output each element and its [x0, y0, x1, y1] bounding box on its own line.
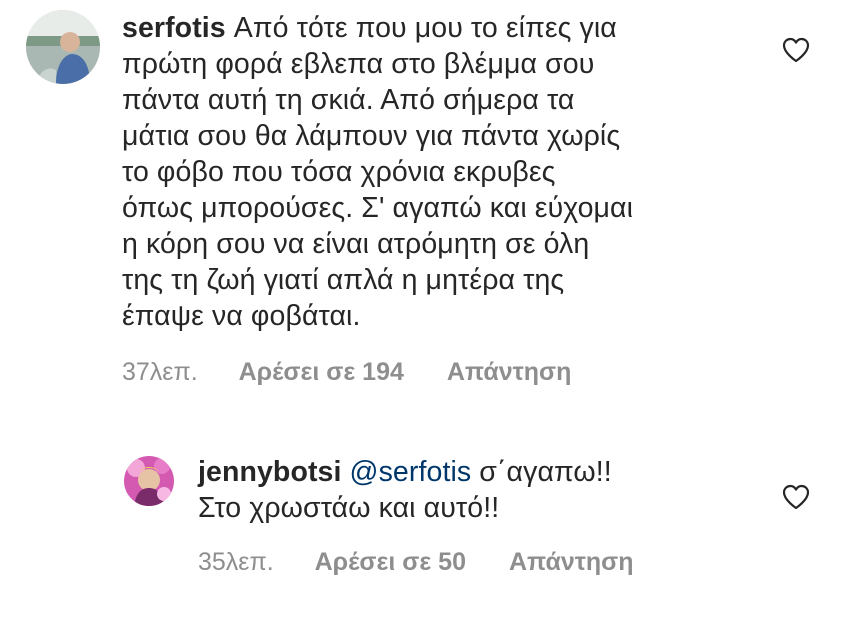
avatar-serfotis[interactable] — [26, 10, 100, 84]
comment-meta-serfotis: 37λεπ. Αρέσει σε 194 Απάντηση — [122, 358, 571, 387]
comment-line: πρώτη φορά εβλεπα στο βλέμμα σου — [122, 48, 595, 80]
comment-line: jennybotsi @serfotis σ΄αγαπω!! — [198, 454, 758, 490]
timestamp: 35λεπ. — [198, 548, 274, 576]
username-jennybotsi[interactable]: jennybotsi — [198, 456, 342, 488]
reply-button[interactable]: Απάντηση — [509, 548, 634, 577]
comment-text-line: σ΄αγαπω!! — [471, 456, 612, 488]
comment-line: η κόρη σου να είναι ατρόμητη σε όλη — [122, 228, 590, 260]
username-serfotis[interactable]: serfotis — [122, 12, 226, 44]
comment-serfotis: serfotis Από τότε που μου το είπες για π… — [0, 0, 860, 400]
comment-line: έπαψε να φοβάται. — [122, 300, 361, 332]
avatar-jennybotsi[interactable] — [124, 456, 174, 506]
comment-line: Στο χρωστάω και αυτό!! — [198, 492, 500, 524]
like-button-jennybotsi[interactable] — [781, 483, 811, 511]
comment-line: πάντα αυτή τη σκιά. Από σήμερα τα — [122, 84, 575, 116]
comment-text-jennybotsi: jennybotsi @serfotis σ΄αγαπω!! Στο χρωστ… — [198, 454, 758, 526]
comment-line: το φόβο που τόσα χρόνια εκρυβες — [122, 156, 556, 188]
reply-button[interactable]: Απάντηση — [447, 358, 572, 387]
comment-text-serfotis: serfotis Από τότε που μου το είπες για π… — [122, 10, 762, 334]
comment-jennybotsi: jennybotsi @serfotis σ΄αγαπω!! Στο χρωστ… — [0, 440, 860, 600]
heart-outline-icon — [782, 37, 810, 63]
profile-avatar-icon — [26, 10, 100, 84]
comment-line: serfotis Από τότε που μου το είπες για — [122, 10, 762, 46]
like-button-serfotis[interactable] — [781, 36, 811, 64]
comment-line: της τη ζωή γιατί απλά η μητέρα της — [122, 264, 565, 296]
comment-line: όπως μπορούσες. Σ' αγαπώ και εύχομαι — [122, 192, 634, 224]
likes-count-button[interactable]: Αρέσει σε 50 — [315, 548, 466, 577]
likes-count-button[interactable]: Αρέσει σε 194 — [239, 358, 404, 387]
comment-text-line: Από τότε που μου το είπες για — [233, 12, 617, 44]
heart-outline-icon — [782, 484, 810, 510]
mention-link[interactable]: @serfotis — [350, 456, 472, 488]
timestamp: 37λεπ. — [122, 358, 198, 386]
comment-meta-jennybotsi: 35λεπ. Αρέσει σε 50 Απάντηση — [198, 548, 634, 577]
profile-avatar-icon — [124, 456, 174, 506]
comment-line: μάτια σου θα λάμπουν για πάντα χωρίς — [122, 120, 621, 152]
